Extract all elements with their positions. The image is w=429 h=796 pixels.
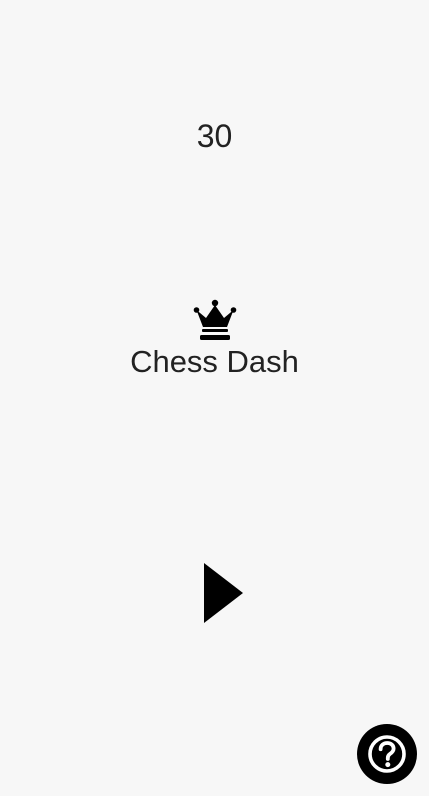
game-home-screen: 30 Chess Dash [0,0,429,796]
help-button[interactable] [357,724,417,784]
score-display: 30 [196,118,233,154]
play-icon [204,563,243,623]
crown-icon [193,299,236,340]
help-circle-icon [368,735,406,773]
game-logo: Chess Dash [0,298,429,382]
game-title: Chess Dash [130,344,299,379]
play-button[interactable] [186,556,252,626]
